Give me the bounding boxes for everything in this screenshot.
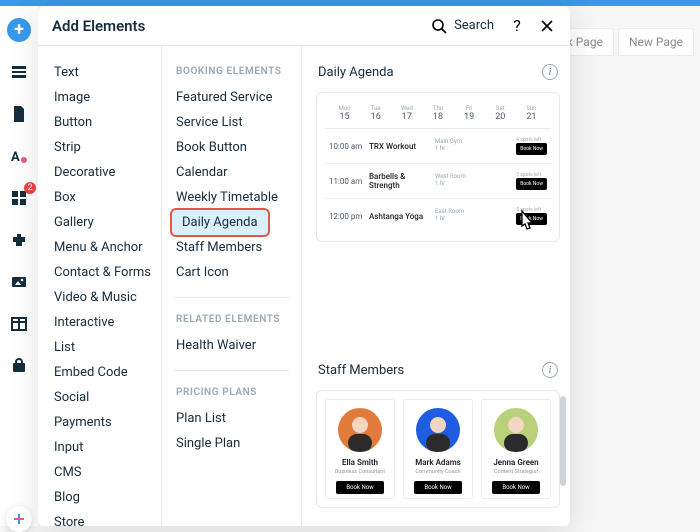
help-icon[interactable]: ? <box>508 17 526 35</box>
search-label: Search <box>454 18 494 33</box>
page-icon[interactable] <box>7 102 31 126</box>
element-type-item[interactable]: Plan List <box>172 406 291 431</box>
category-item[interactable]: Button <box>48 110 161 135</box>
element-type-item[interactable]: Staff Members <box>172 235 291 260</box>
avatar <box>416 408 460 452</box>
text-style-icon[interactable]: A <box>7 144 31 168</box>
category-list: TextImageButtonStripDecorativeBoxGallery… <box>38 46 162 526</box>
add-elements-button[interactable]: + <box>7 18 31 42</box>
book-button[interactable]: Book Now <box>414 481 461 494</box>
agenda-row: 12:00 pmAshtanga YogaEast Room1 hr5 spot… <box>325 199 551 233</box>
group-heading: RELATED ELEMENTS <box>172 310 291 333</box>
category-item[interactable]: Social <box>48 385 161 410</box>
element-type-item[interactable]: Service List <box>172 110 291 135</box>
staff-card: Mark Adams Community Coach Book Now <box>403 399 473 499</box>
agenda-day: Fri19 <box>454 105 485 122</box>
store-icon[interactable] <box>7 354 31 378</box>
category-item[interactable]: Decorative <box>48 160 161 185</box>
element-type-item[interactable]: Daily Agenda <box>172 210 268 235</box>
avatar <box>494 408 538 452</box>
element-type-item[interactable]: Weekly Timetable <box>172 185 291 210</box>
element-type-item[interactable]: Cart Icon <box>172 260 291 285</box>
agenda-row: 10:00 amTRX WorkoutMain Gym1 hr6 spots l… <box>325 129 551 164</box>
table-icon[interactable] <box>7 312 31 336</box>
staff-name: Ella Smith <box>342 458 378 467</box>
staff-role: Content Strategist <box>494 469 538 475</box>
staff-members-preview[interactable]: Ella SmithBusiness ConsultantBook NowMar… <box>316 390 560 508</box>
book-button[interactable]: Book Now <box>492 481 539 494</box>
close-icon[interactable] <box>538 17 556 35</box>
element-type-item[interactable]: Calendar <box>172 160 291 185</box>
search-icon <box>430 17 448 35</box>
category-item[interactable]: Text <box>48 60 161 85</box>
agenda-day: Thu18 <box>422 105 453 122</box>
plugin-icon[interactable] <box>7 228 31 252</box>
category-item[interactable]: Contact & Forms <box>48 260 161 285</box>
section-title: Daily Agenda <box>318 65 394 80</box>
search-button[interactable]: Search <box>430 17 494 35</box>
category-item[interactable]: CMS <box>48 460 161 485</box>
panel-header: Add Elements Search ? <box>38 6 570 46</box>
fab-plus[interactable] <box>6 506 32 532</box>
left-rail: + A 2 <box>0 6 38 526</box>
element-type-item[interactable]: Featured Service <box>172 85 291 110</box>
section-head-staff: Staff Members i <box>318 362 558 378</box>
daily-agenda-preview[interactable]: Mon15Tue16Wed17Thu18Fri19Sat20Sun21 10:0… <box>316 92 560 242</box>
staff-card: Jenna Green Content Strategist Book Now <box>481 399 551 499</box>
staff-name: Jenna Green <box>493 458 538 467</box>
svg-text:A: A <box>11 150 20 165</box>
apps-badge: 2 <box>24 182 36 194</box>
book-button[interactable]: Book Now <box>336 481 383 494</box>
element-type-list: BOOKING ELEMENTSFeatured ServiceService … <box>162 46 302 526</box>
section-title: Staff Members <box>318 363 404 378</box>
panel-title: Add Elements <box>52 17 145 35</box>
staff-card: Ella Smith Business Consultant Book Now <box>325 399 395 499</box>
group-heading: PRICING PLANS <box>172 383 291 406</box>
category-item[interactable]: Box <box>48 185 161 210</box>
scrollbar-thumb[interactable] <box>560 396 566 486</box>
staff-role: Community Coach <box>415 469 460 475</box>
staff-role: Business Consultant <box>335 469 385 475</box>
page-tab[interactable]: New Page <box>618 28 694 56</box>
section-head-daily-agenda: Daily Agenda i <box>318 64 558 80</box>
page-tabs: nk Page New Page <box>549 28 694 56</box>
info-icon[interactable]: i <box>542 64 558 80</box>
category-item[interactable]: Image <box>48 85 161 110</box>
element-type-item[interactable]: Single Plan <box>172 431 291 456</box>
element-type-item[interactable]: Health Waiver <box>172 333 291 358</box>
preview-column: Daily Agenda i Mon15Tue16Wed17Thu18Fri19… <box>302 46 570 526</box>
category-item[interactable]: Gallery <box>48 210 161 235</box>
element-type-item[interactable]: Book Button <box>172 135 291 160</box>
category-item[interactable]: Menu & Anchor <box>48 235 161 260</box>
category-item[interactable]: List <box>48 335 161 360</box>
group-heading: BOOKING ELEMENTS <box>172 62 291 85</box>
sections-icon[interactable] <box>7 60 31 84</box>
add-elements-panel: Add Elements Search ? TextImageButtonStr… <box>38 6 570 526</box>
agenda-row: 11:00 amBarbells & StrengthWest Room1 hr… <box>325 164 551 199</box>
category-item[interactable]: Interactive <box>48 310 161 335</box>
agenda-day: Sat20 <box>485 105 516 122</box>
agenda-day: Sun21 <box>516 105 547 122</box>
media-icon[interactable] <box>7 270 31 294</box>
category-item[interactable]: Store <box>48 510 161 526</box>
category-item[interactable]: Video & Music <box>48 285 161 310</box>
apps-icon[interactable]: 2 <box>7 186 31 210</box>
avatar <box>338 408 382 452</box>
category-item[interactable]: Blog <box>48 485 161 510</box>
category-item[interactable]: Payments <box>48 410 161 435</box>
staff-name: Mark Adams <box>415 458 461 467</box>
info-icon[interactable]: i <box>542 362 558 378</box>
agenda-day: Tue16 <box>360 105 391 122</box>
agenda-day: Mon15 <box>329 105 360 122</box>
category-item[interactable]: Input <box>48 435 161 460</box>
category-item[interactable]: Strip <box>48 135 161 160</box>
agenda-day: Wed17 <box>391 105 422 122</box>
category-item[interactable]: Embed Code <box>48 360 161 385</box>
